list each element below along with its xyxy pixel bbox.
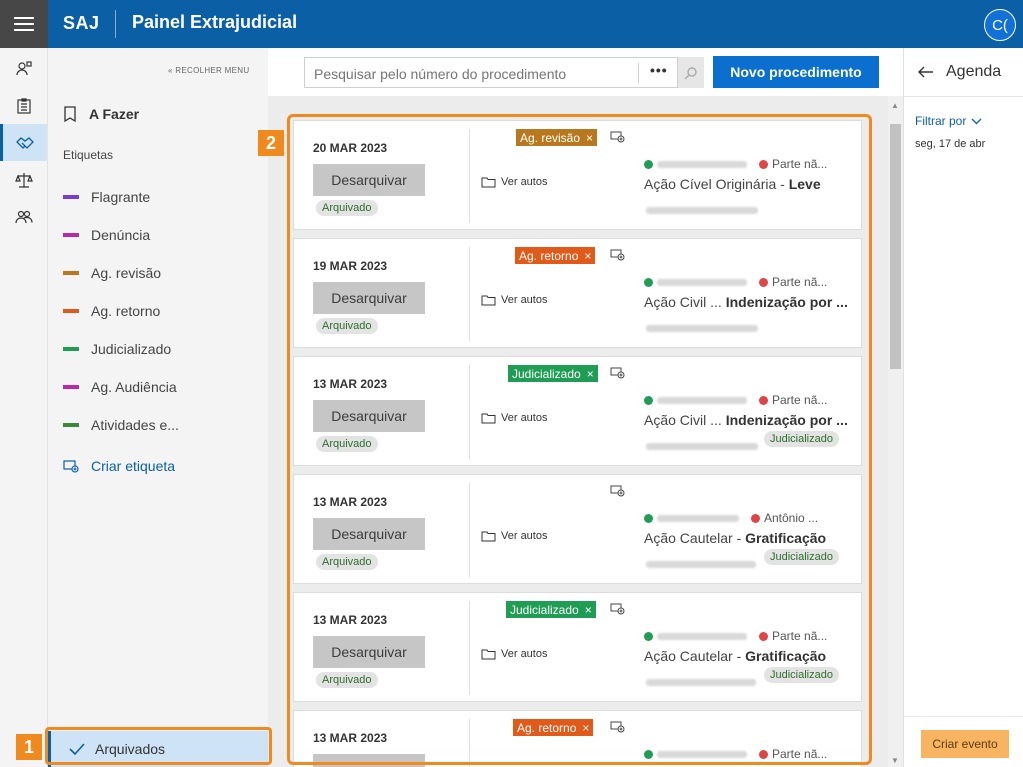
rail-people-icon[interactable]	[0, 198, 47, 235]
user-avatar[interactable]: C(	[984, 9, 1016, 41]
rail-handshake-icon[interactable]	[0, 124, 47, 161]
tag-label: Ag. retorno	[91, 303, 161, 319]
annotation-badge-2: 2	[258, 130, 284, 156]
list-scrollbar[interactable]: ▲ ▼	[888, 96, 903, 767]
labels-heading: Etiquetas	[63, 148, 114, 162]
tag-color-bar	[63, 271, 79, 275]
more-options-icon[interactable]: •••	[650, 62, 668, 78]
search-divider	[638, 63, 639, 83]
tag-label: Ag. Audiência	[91, 379, 177, 395]
filter-dropdown[interactable]: Filtrar por	[915, 114, 982, 128]
tag-item-ag-revisao[interactable]: Ag. revisão	[63, 265, 161, 281]
todo-label: A Fazer	[89, 106, 140, 122]
agenda-footer-divider	[904, 716, 1023, 717]
hamburger-menu-icon[interactable]	[0, 0, 48, 48]
rail-clipboard-icon[interactable]	[0, 87, 47, 124]
agenda-title: Agenda	[946, 63, 1002, 80]
brand-divider	[115, 10, 116, 38]
filter-label: Filtrar por	[915, 114, 967, 128]
tag-color-bar	[63, 195, 79, 199]
tag-color-bar	[63, 347, 79, 351]
tag-label: Ag. revisão	[91, 265, 162, 281]
agenda-header: Agenda	[918, 63, 1001, 81]
tag-item-atividades[interactable]: Atividades e...	[63, 417, 179, 433]
create-event-button[interactable]: Criar evento	[921, 730, 1009, 758]
agenda-divider	[904, 96, 1023, 97]
side-menu: « RECOLHER MENU A Fazer Etiquetas Flagra…	[48, 48, 268, 767]
agenda-panel: Agenda Filtrar por seg, 17 de abr Criar …	[903, 48, 1023, 767]
chevron-down-icon	[971, 118, 982, 124]
tag-label: Denúncia	[91, 227, 151, 243]
top-bar: SAJ Painel Extrajudicial C(	[0, 0, 1023, 48]
highlight-list	[287, 114, 872, 765]
tag-item-flagrante[interactable]: Flagrante	[63, 189, 150, 205]
new-procedure-button[interactable]: Novo procedimento	[713, 56, 879, 88]
rail-scale-icon[interactable]	[0, 161, 47, 198]
tag-label: Judicializado	[91, 341, 172, 357]
todo-item[interactable]: A Fazer	[63, 106, 139, 122]
create-tag-link[interactable]: Criar etiqueta	[63, 458, 175, 474]
agenda-date: seg, 17 de abr	[915, 138, 986, 150]
collapse-menu-link[interactable]: « RECOLHER MENU	[168, 66, 249, 75]
bookmark-icon	[64, 106, 76, 122]
search-input[interactable]	[314, 66, 634, 82]
back-arrow-icon[interactable]	[918, 66, 934, 78]
tag-color-bar	[63, 385, 79, 389]
tag-color-bar	[63, 423, 79, 427]
icon-rail	[0, 48, 48, 767]
tag-item-judicializado[interactable]: Judicializado	[63, 341, 171, 357]
search-box: •••	[304, 57, 704, 88]
tag-label: Flagrante	[91, 189, 151, 205]
scroll-thumb[interactable]	[890, 124, 901, 369]
create-tag-label: Criar etiqueta	[91, 458, 176, 474]
search-icon	[684, 66, 697, 79]
tag-item-denuncia[interactable]: Denúncia	[63, 227, 150, 243]
app-title: Painel Extrajudicial	[132, 12, 298, 32]
brand-logo[interactable]: SAJ	[63, 13, 100, 34]
tag-item-ag-audiencia[interactable]: Ag. Audiência	[63, 379, 177, 395]
tag-color-bar	[63, 233, 79, 237]
tag-item-ag-retorno[interactable]: Ag. retorno	[63, 303, 160, 319]
rail-user-search-icon[interactable]	[0, 50, 47, 87]
tag-color-bar	[63, 309, 79, 313]
annotation-badge-1: 1	[16, 734, 42, 760]
scroll-up-icon[interactable]: ▲	[891, 101, 899, 110]
search-button[interactable]	[677, 57, 704, 88]
add-tag-icon	[63, 460, 79, 473]
scroll-down-icon[interactable]: ▼	[891, 756, 899, 765]
tag-label: Atividades e...	[91, 417, 179, 433]
highlight-archived	[45, 727, 272, 765]
